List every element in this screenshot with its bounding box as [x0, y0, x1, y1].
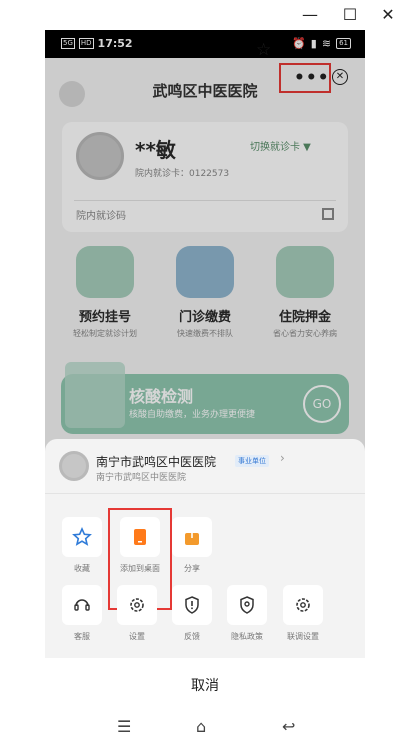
miniprogram-subtitle: 南宁市武鸣区中医医院 — [96, 473, 187, 483]
debug-settings-action[interactable]: 联调设置 — [278, 585, 328, 642]
miniprogram-logo — [59, 451, 89, 481]
menu-icon[interactable]: ☰ — [117, 717, 131, 736]
cancel-bar: 取消 — [45, 658, 365, 711]
cancel-button[interactable]: 取消 — [45, 675, 365, 695]
phone-screen: 5G HD 17:52 ⏰ ▮ ≋ 61 武鸣区中医医院 ☆ ••• ✕ **敏… — [45, 30, 365, 747]
feedback-icon — [172, 585, 212, 625]
feedback-label: 反馈 — [184, 632, 200, 641]
window-titlebar: — ☐ ✕ — [0, 0, 412, 30]
settings-action[interactable]: 设置 — [112, 585, 162, 642]
back-icon[interactable]: ↩ — [282, 717, 295, 736]
favorite-action[interactable]: 收藏 — [57, 517, 107, 574]
sheet-divider — [45, 493, 365, 494]
minimize-button[interactable]: — — [298, 4, 322, 26]
share-label: 分享 — [184, 564, 200, 573]
gear-icon — [117, 585, 157, 625]
privacy-policy-label: 隐私政策 — [231, 632, 263, 641]
settings-label: 设置 — [129, 632, 145, 641]
system-nav-bar: ☰ ⌂ ↩ — [45, 711, 365, 747]
favorite-label: 收藏 — [74, 564, 90, 573]
privacy-icon — [227, 585, 267, 625]
share-action[interactable]: 分享 — [167, 517, 217, 574]
customer-service-action[interactable]: 客服 — [57, 585, 107, 642]
chevron-right-icon[interactable]: › — [280, 451, 285, 465]
maximize-button[interactable]: ☐ — [338, 4, 362, 26]
feedback-action[interactable]: 反馈 — [167, 585, 217, 642]
star-icon — [62, 517, 102, 557]
org-type-badge: 事业单位 — [235, 455, 269, 467]
miniprogram-name[interactable]: 南宁市武鸣区中医医院 — [96, 453, 216, 470]
close-window-button[interactable]: ✕ — [376, 4, 400, 26]
share-icon — [172, 517, 212, 557]
gear-icon — [283, 585, 323, 625]
privacy-policy-action[interactable]: 隐私政策 — [222, 585, 272, 642]
action-sheet: 南宁市武鸣区中医医院 事业单位 › 南宁市武鸣区中医医院 收藏 添加到桌面 分享 — [45, 439, 365, 747]
headset-icon — [62, 585, 102, 625]
home-nav-icon[interactable]: ⌂ — [196, 717, 206, 736]
debug-settings-label: 联调设置 — [287, 632, 319, 641]
customer-service-label: 客服 — [74, 632, 90, 641]
